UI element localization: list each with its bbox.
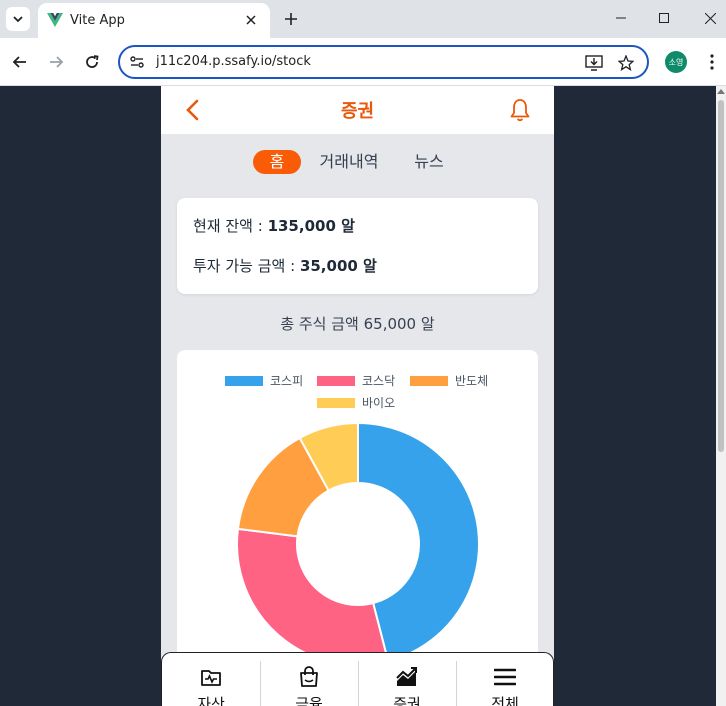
available-balance-label: 투자 가능 금액 :: [193, 257, 300, 275]
arrow-left-icon: [12, 56, 26, 68]
install-app-icon[interactable]: [584, 53, 604, 73]
more-vertical-icon: [710, 54, 714, 70]
address-bar[interactable]: j11c204.p.ssafy.io/stock: [118, 45, 649, 79]
nav-label-stocks: 증권: [393, 695, 421, 706]
profile-avatar[interactable]: 소영: [665, 51, 687, 73]
reload-icon: [86, 55, 99, 68]
page-viewport: 증권 홈 거래내역 뉴스 현재 잔액 : 135,000 알 투자 가능 금액 …: [0, 86, 726, 706]
bell-icon[interactable]: [509, 98, 531, 122]
sub-tabs: 홈 거래내역 뉴스: [161, 150, 554, 176]
nav-label-assets: 자산: [197, 695, 225, 706]
shopping-bag-icon: [297, 665, 321, 689]
close-window-button[interactable]: [700, 8, 720, 28]
balance-card: 현재 잔액 : 135,000 알 투자 가능 금액 : 35,000 알: [177, 198, 538, 294]
browser-tab[interactable]: Vite App: [38, 3, 270, 38]
page-title: 증권: [340, 101, 375, 122]
tab-search-dropdown-button[interactable]: [6, 7, 30, 31]
vue-logo-icon: [47, 13, 63, 27]
doughnut-slice[interactable]: [236, 527, 390, 666]
nav-label-all: 전체: [491, 695, 519, 706]
minimize-icon: [616, 17, 626, 19]
forward-button[interactable]: [44, 50, 68, 74]
tab-news[interactable]: 뉴스: [403, 150, 455, 174]
tab-home[interactable]: 홈: [253, 150, 301, 174]
browser-toolbar: j11c204.p.ssafy.io/stock 소영: [0, 38, 726, 86]
arrow-right-icon: [50, 56, 64, 68]
mobile-app-frame: 증권 홈 거래내역 뉴스 현재 잔액 : 135,000 알 투자 가능 금액 …: [161, 86, 554, 706]
tab-close-icon[interactable]: [242, 11, 260, 29]
nav-item-finance[interactable]: 금융: [260, 653, 358, 706]
browser-tab-bar: Vite App: [0, 0, 726, 38]
trend-chart-icon: [395, 665, 419, 689]
page-scrollbar[interactable]: [716, 86, 726, 706]
plus-icon: [285, 13, 297, 25]
current-balance-row: 현재 잔액 : 135,000 알: [193, 215, 355, 236]
app-header: 증권: [161, 86, 554, 134]
tab-title: Vite App: [70, 13, 125, 28]
total-stock-amount: 총 주식 금액 65,000 알: [280, 315, 435, 333]
browser-menu-button[interactable]: [702, 51, 722, 73]
scroll-up-arrow-icon[interactable]: [717, 89, 725, 94]
current-balance-value: 135,000 알: [267, 217, 355, 235]
nav-item-all[interactable]: 전체: [456, 653, 553, 706]
maximize-icon: [659, 13, 669, 23]
back-button[interactable]: [8, 50, 32, 74]
wallet-icon: [199, 665, 223, 689]
close-icon: [704, 12, 716, 24]
bookmark-star-icon[interactable]: [616, 53, 636, 73]
hamburger-menu-icon: [493, 665, 517, 689]
site-info-icon[interactable]: [129, 54, 145, 70]
available-balance-value: 35,000 알: [299, 257, 377, 275]
new-tab-button[interactable]: [280, 8, 302, 30]
scrollbar-thumb[interactable]: [718, 100, 724, 452]
nav-item-stocks[interactable]: 증권: [358, 653, 456, 706]
reload-button[interactable]: [80, 50, 104, 74]
current-balance-label: 현재 잔액 :: [193, 217, 268, 235]
maximize-button[interactable]: [654, 8, 674, 28]
minimize-button[interactable]: [611, 8, 631, 28]
available-balance-row: 투자 가능 금액 : 35,000 알: [193, 255, 377, 276]
nav-label-finance: 금융: [295, 695, 323, 706]
bottom-navigation: 자산 금융 증권 전체: [161, 652, 554, 706]
tab-transactions[interactable]: 거래내역: [313, 150, 385, 174]
chevron-down-icon: [13, 16, 23, 23]
url-text[interactable]: j11c204.p.ssafy.io/stock: [156, 54, 311, 69]
nav-item-assets[interactable]: 자산: [162, 653, 260, 706]
